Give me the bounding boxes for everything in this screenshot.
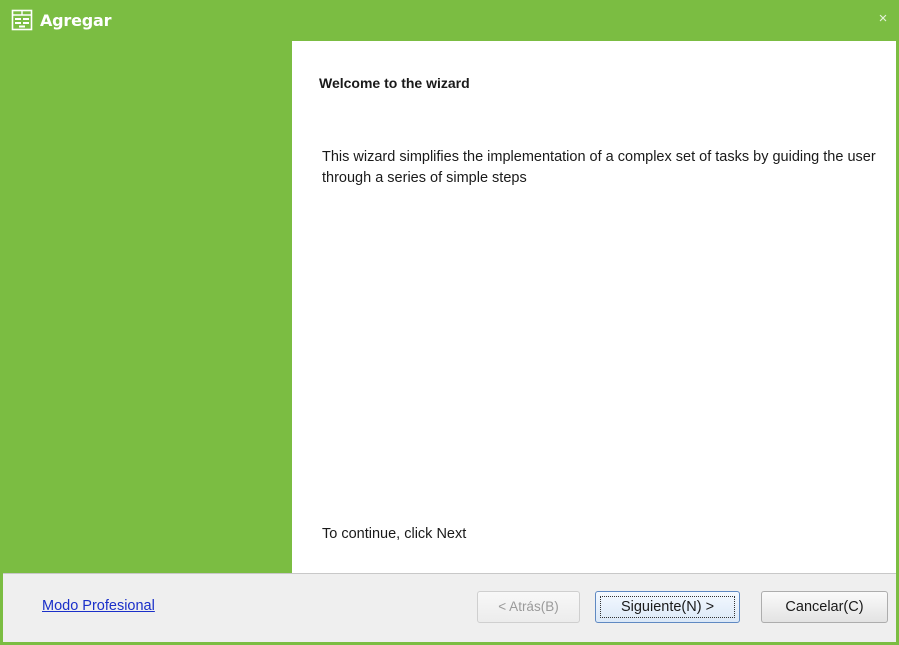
continue-instruction: To continue, click Next: [322, 526, 467, 542]
next-button-label: Siguiente(N) >: [620, 599, 715, 615]
wizard-description: This wizard simplifies the implementatio…: [322, 149, 876, 186]
page-title: Welcome to the wizard: [319, 75, 470, 91]
next-button[interactable]: Siguiente(N) >: [595, 591, 740, 623]
wizard-app-icon: [11, 9, 33, 31]
button-bar: Modo Profesional < Atrás(B) Siguiente(N)…: [3, 573, 896, 642]
cancel-button[interactable]: Cancelar(C): [761, 591, 888, 623]
wizard-side-banner: [3, 41, 292, 573]
professional-mode-link[interactable]: Modo Profesional: [42, 598, 155, 614]
window-title: Agregar: [40, 11, 112, 30]
wizard-window: Agregar × Welcome to the wizard This wiz…: [0, 0, 899, 645]
wizard-content-panel: Welcome to the wizard This wizard simpli…: [292, 41, 896, 573]
back-button[interactable]: < Atrás(B): [477, 591, 580, 623]
close-icon[interactable]: ×: [876, 11, 890, 26]
title-bar: Agregar ×: [3, 0, 896, 41]
